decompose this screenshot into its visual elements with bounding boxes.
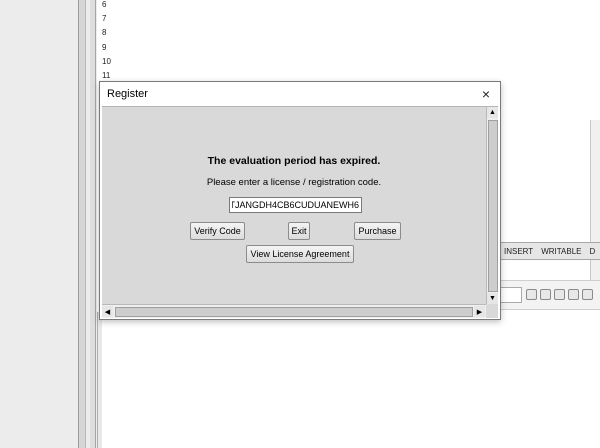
gutter-divider [78,0,86,448]
status-bar: INSERT WRITABLE D [496,242,600,260]
nav-back-icon[interactable] [526,289,537,300]
horizontal-scroll-thumb[interactable] [115,307,473,317]
line-number: 8 [102,28,107,38]
status-writable: WRITABLE [541,246,582,256]
scroll-right-icon[interactable]: ▶ [474,306,485,317]
line-number: 9 [102,42,107,52]
editor-edge [97,312,102,448]
close-icon[interactable]: × [476,84,496,104]
exit-button[interactable]: Exit [288,222,310,240]
vertical-scroll-thumb[interactable] [488,120,498,292]
paste-icon[interactable] [582,289,593,300]
view-license-agreement-button[interactable]: View License Agreement [246,245,354,263]
toolbar-strip [500,280,600,310]
dialog-title: Register [107,88,148,100]
license-prompt: Please enter a license / registration co… [206,177,382,188]
vertical-scrollbar[interactable]: ▲ ▼ [486,107,498,304]
scroll-up-icon[interactable]: ▲ [487,107,498,118]
toolbar-field[interactable] [500,287,522,303]
copy-icon[interactable] [554,289,565,300]
line-number: 6 [102,0,107,9]
line-number: 10 [102,56,111,66]
status-extra: D [589,246,596,256]
purchase-button[interactable]: Purchase [354,222,401,240]
status-insert: INSERT [504,246,534,256]
dialog-title-bar[interactable]: Register × [100,82,500,106]
gutter-divider [90,0,96,448]
verify-code-button[interactable]: Verify Code [190,222,245,240]
line-number: 7 [102,14,107,24]
horizontal-scrollbar[interactable]: ◀ ▶ [102,304,486,318]
nav-forward-icon[interactable] [540,289,551,300]
register-dialog: Register × The evaluation period has exp… [99,81,501,320]
line-numbers: 6 7 8 9 10 11 [102,0,122,83]
dialog-content: The evaluation period has expired. Pleas… [104,109,484,303]
license-code-input[interactable] [229,197,362,213]
dialog-client: The evaluation period has expired. Pleas… [102,106,498,318]
expired-headline: The evaluation period has expired. [207,155,381,167]
edit-icon[interactable] [568,289,579,300]
scroll-left-icon[interactable]: ◀ [102,306,113,317]
scroll-down-icon[interactable]: ▼ [487,293,498,304]
